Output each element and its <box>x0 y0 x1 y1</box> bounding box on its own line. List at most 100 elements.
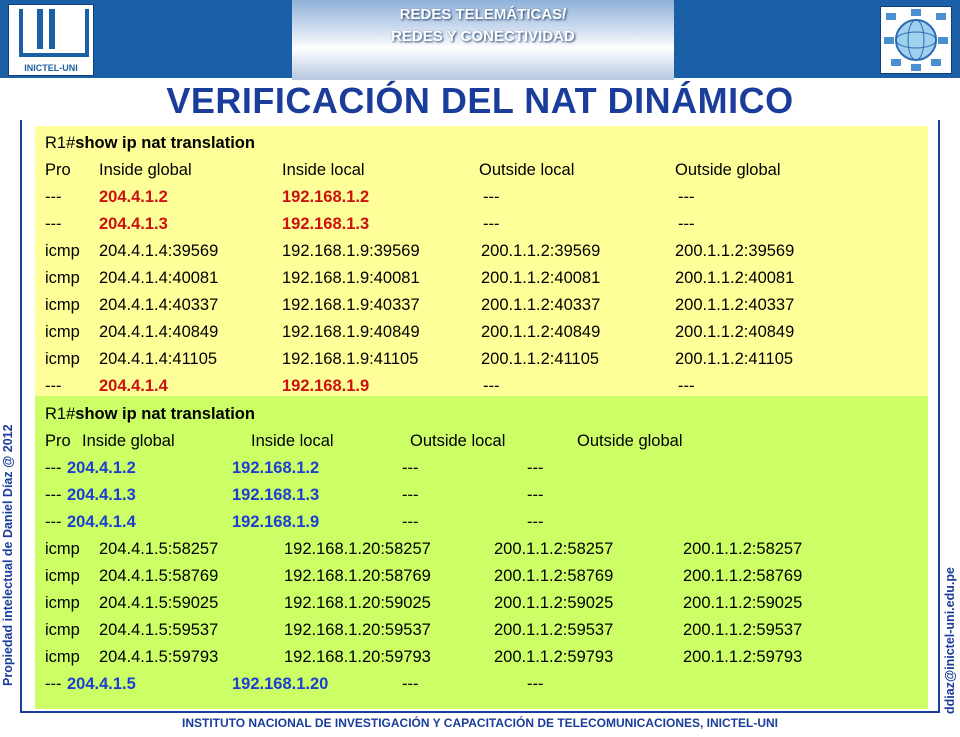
cell-outside-local: 200.1.1.2:58769 <box>494 567 614 585</box>
cell-inside-local: 192.168.1.9:40081 <box>282 269 420 287</box>
table-row: --- 204.4.1.5 192.168.1.20 --- --- <box>35 675 928 697</box>
cell-inside-global: 204.4.1.3 <box>99 215 168 233</box>
command-line: R1#show ip nat translation <box>45 134 255 153</box>
cell-outside-global: 200.1.1.2:59025 <box>683 594 803 612</box>
table-row: icmp 204.4.1.5:59025 192.168.1.20:59025 200… <box>35 594 928 616</box>
cell-outside-local: --- <box>483 215 500 233</box>
cell-outside-global: 200.1.1.2:41105 <box>675 350 794 368</box>
cell-outside-global: --- <box>527 486 544 504</box>
cli-command: show ip nat translation <box>75 134 255 152</box>
cell-outside-local: 200.1.1.2:39569 <box>481 242 601 260</box>
left-frame-line <box>20 120 22 712</box>
email-vertical-text: ddiaz@inictel-uni.edu.pe <box>943 567 957 714</box>
cell-pro: icmp <box>45 594 80 612</box>
cell-inside-global: 204.4.1.5:59025 <box>99 594 219 612</box>
header-outside-global: Outside global <box>577 432 683 450</box>
cli-prompt: R1# <box>45 134 76 152</box>
cell-pro: icmp <box>45 242 80 260</box>
cell-pro: --- <box>45 377 62 395</box>
cell-outside-local: --- <box>402 513 419 531</box>
cell-outside-local: 200.1.1.2:40849 <box>481 323 601 341</box>
cell-pro: --- <box>45 188 62 206</box>
nat-output-panel-2: R1#show ip nat translation Pro Inside gl… <box>35 396 928 709</box>
cell-pro: icmp <box>45 350 80 368</box>
header-pro: Pro <box>45 432 71 450</box>
course-title-line1: REDES TELEMÁTICAS/ <box>399 6 567 23</box>
cell-outside-local: 200.1.1.2:58257 <box>494 540 614 558</box>
table-row: icmp 204.4.1.5:59793 192.168.1.20:59793 200… <box>35 648 928 670</box>
cell-pro: --- <box>45 215 62 233</box>
table-header: Pro Inside global Inside local Outside l… <box>35 161 928 183</box>
cell-inside-local: 192.168.1.9:39569 <box>282 242 420 260</box>
header-inside-local: Inside local <box>282 161 365 179</box>
cell-inside-global: 204.4.1.4 <box>67 513 136 531</box>
cell-inside-global: 204.4.1.5:58257 <box>99 540 219 558</box>
bottom-frame-line <box>20 711 940 713</box>
table-row: icmp 204.4.1.5:58769 192.168.1.20:58769 200… <box>35 567 928 589</box>
cell-inside-local: 192.168.1.9:40849 <box>282 323 420 341</box>
table-row: --- 204.4.1.4 192.168.1.9 --- --- <box>35 513 928 535</box>
cell-pro: icmp <box>45 540 80 558</box>
logo-bar-left <box>37 9 43 49</box>
cell-outside-global: --- <box>678 188 695 206</box>
table-row: --- 204.4.1.3 192.168.1.3 --- --- <box>35 215 928 237</box>
cell-inside-global: 204.4.1.4:40081 <box>99 269 219 287</box>
header-outside-local: Outside local <box>410 432 506 450</box>
cell-outside-global: 200.1.1.2:40849 <box>675 323 795 341</box>
cell-inside-local: 192.168.1.9 <box>232 513 320 531</box>
cell-outside-global: 200.1.1.2:40081 <box>675 269 795 287</box>
cell-inside-local: 192.168.1.9:41105 <box>282 350 419 368</box>
table-row: icmp 204.4.1.4:40337 192.168.1.9:40337 200.… <box>35 296 928 318</box>
network-globe-icon <box>880 6 952 74</box>
institution-footer: INSTITUTO NACIONAL DE INVESTIGACIÓN Y CA… <box>181 716 779 730</box>
cell-outside-global: --- <box>527 675 544 693</box>
cell-inside-local: 192.168.1.20:58769 <box>284 567 431 585</box>
logo-bar-right <box>49 9 55 49</box>
cell-outside-global: 200.1.1.2:58257 <box>683 540 803 558</box>
table-row: icmp 204.4.1.5:58257 192.168.1.20:58257 200… <box>35 540 928 562</box>
header-outside-global: Outside global <box>675 161 781 179</box>
cell-inside-local: 192.168.1.20:59793 <box>284 648 431 666</box>
cell-outside-global: 200.1.1.2:39569 <box>675 242 795 260</box>
cell-outside-global: --- <box>678 377 695 395</box>
cell-pro: icmp <box>45 296 80 314</box>
table-row: --- 204.4.1.3 192.168.1.3 --- --- <box>35 486 928 508</box>
cell-inside-local: 192.168.1.9 <box>282 377 370 395</box>
table-row: --- 204.4.1.2 192.168.1.2 --- --- <box>35 459 928 481</box>
table-row: icmp 204.4.1.5:59537 192.168.1.20:59537 200… <box>35 621 928 643</box>
cell-inside-local: 192.168.1.2 <box>232 459 320 477</box>
table-row: icmp 204.4.1.4:40081 192.168.1.9:40081 200.… <box>35 269 928 291</box>
cell-inside-local: 192.168.1.2 <box>282 188 370 206</box>
table-row: --- 204.4.1.2 192.168.1.2 --- --- <box>35 188 928 210</box>
cell-outside-global: --- <box>527 513 544 531</box>
cell-outside-local: 200.1.1.2:59025 <box>494 594 614 612</box>
inictel-uni-logo: INICTEL-UNI <box>8 4 94 76</box>
table-row: icmp 204.4.1.4:39569 192.168.1.9:39569 200.… <box>35 242 928 264</box>
header-inside-local: Inside local <box>251 432 334 450</box>
cell-outside-global: 200.1.1.2:59793 <box>683 648 803 666</box>
cell-inside-local: 192.168.1.20 <box>232 675 329 693</box>
cell-inside-global: 204.4.1.5:59793 <box>99 648 219 666</box>
cell-outside-local: --- <box>402 486 419 504</box>
cell-inside-local: 192.168.1.9:40337 <box>282 296 420 314</box>
command-line: R1#show ip nat translation <box>45 405 255 424</box>
header-inside-global: Inside global <box>99 161 192 179</box>
cell-outside-local: 200.1.1.2:40337 <box>481 296 601 314</box>
cell-inside-global: 204.4.1.4:40337 <box>99 296 219 314</box>
header-outside-local: Outside local <box>479 161 575 179</box>
cell-pro: icmp <box>45 269 80 287</box>
cell-outside-local: 200.1.1.2:40081 <box>481 269 601 287</box>
course-title-line2: REDES Y CONECTIVIDAD <box>391 28 575 45</box>
cell-outside-local: 200.1.1.2:41105 <box>481 350 600 368</box>
cell-outside-local: --- <box>402 675 419 693</box>
cell-inside-global: 204.4.1.4 <box>99 377 168 395</box>
cell-outside-local: 200.1.1.2:59793 <box>494 648 614 666</box>
logo-text: INICTEL-UNI <box>24 63 78 73</box>
nat-output-panel-1: R1#show ip nat translation Pro Inside gl… <box>35 126 928 396</box>
cli-command: show ip nat translation <box>75 405 255 423</box>
cell-pro: icmp <box>45 648 80 666</box>
cell-inside-global: 204.4.1.2 <box>67 459 136 477</box>
header-pro: Pro <box>45 161 71 179</box>
right-frame-line <box>938 120 940 712</box>
cell-pro: --- <box>45 675 62 693</box>
